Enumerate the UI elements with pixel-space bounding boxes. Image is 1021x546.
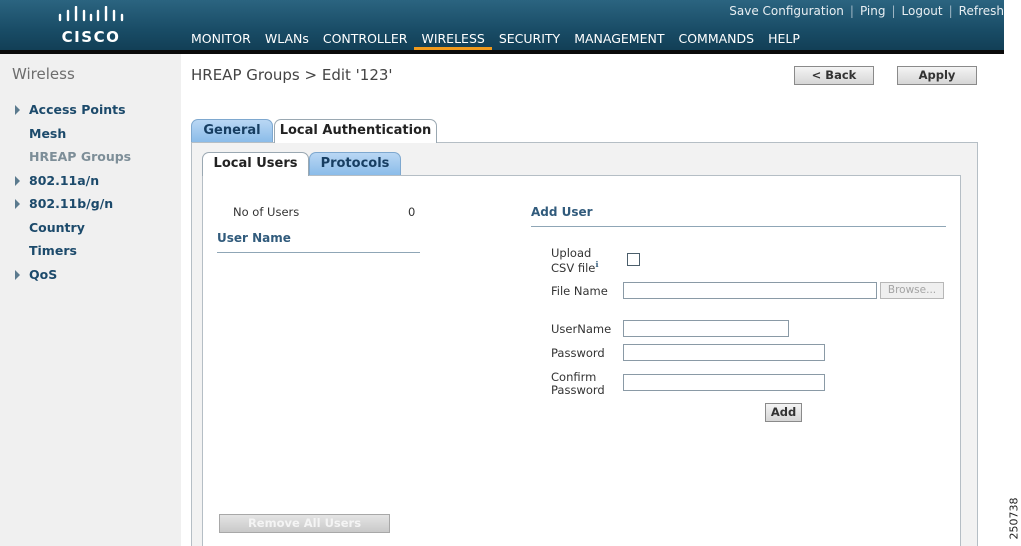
sidebar-title: Wireless — [12, 65, 75, 83]
figure-id: 250738 — [1006, 497, 1021, 541]
back-button[interactable]: < Back — [794, 66, 874, 85]
refresh-link[interactable]: Refresh — [959, 4, 1004, 18]
confirm-password-label-line2: Password — [551, 383, 605, 397]
upload-csv-label-text: CSV file — [551, 260, 596, 275]
nav-controller[interactable]: CONTROLLER — [316, 30, 415, 50]
info-icon[interactable]: ℹ — [595, 260, 598, 269]
add-user-button[interactable]: Add — [765, 403, 802, 422]
sidebar-item-label: Mesh — [29, 125, 67, 141]
nav-wlans[interactable]: WLANs — [258, 30, 316, 50]
file-name-label: File Name — [551, 284, 608, 298]
add-user-divider — [531, 226, 946, 227]
confirm-password-input[interactable] — [623, 374, 825, 391]
tab-protocols[interactable]: Protocols — [309, 152, 401, 175]
upload-csv-checkbox[interactable] — [627, 253, 640, 266]
expand-triangle-icon[interactable] — [15, 269, 20, 280]
browse-button[interactable]: Browse... — [880, 282, 944, 299]
username-input[interactable] — [623, 320, 789, 337]
expand-triangle-icon[interactable] — [15, 199, 20, 209]
sidebar: Wireless Access Points Mesh HREAP Groups… — [0, 54, 181, 546]
sidebar-item-label: Country — [29, 219, 85, 235]
sidebar-item-label: HREAP Groups — [29, 149, 132, 164]
sidebar-item-mesh[interactable]: Mesh — [0, 124, 181, 148]
file-name-input[interactable] — [623, 282, 877, 299]
apply-button[interactable]: Apply — [897, 66, 977, 85]
sidebar-menu: Access Points Mesh HREAP Groups 802.11a/… — [0, 100, 181, 288]
page-title: HREAP Groups > Edit '123' — [191, 66, 393, 84]
cisco-bridge-icon — [58, 6, 124, 22]
nav-monitor[interactable]: MONITOR — [184, 30, 258, 50]
sidebar-item-label: QoS — [29, 266, 58, 282]
sidebar-item-access-points[interactable]: Access Points — [0, 100, 181, 124]
utility-links: Save Configuration | Ping | Logout | Refresh — [729, 4, 1004, 18]
upload-csv-label-line2: CSV fileℹ — [551, 260, 598, 275]
password-label: Password — [551, 346, 605, 360]
main-nav: MONITOR WLANs CONTROLLER WIRELESS SECURI… — [184, 30, 807, 50]
password-input[interactable] — [623, 344, 825, 361]
separator: | — [849, 4, 854, 18]
separator: | — [891, 4, 896, 18]
sidebar-item-hreap-groups[interactable]: HREAP Groups — [0, 147, 181, 171]
user-count-value: 0 — [408, 205, 416, 219]
sidebar-item-label: 802.11a/n — [29, 172, 100, 188]
expand-triangle-icon[interactable] — [15, 105, 20, 115]
expand-triangle-icon[interactable] — [15, 175, 20, 186]
sidebar-item-80211bgn[interactable]: 802.11b/g/n — [0, 194, 181, 218]
sidebar-item-label: 802.11b/g/n — [29, 196, 114, 211]
nav-commands[interactable]: COMMANDS — [671, 30, 761, 50]
logout-link[interactable]: Logout — [902, 4, 943, 18]
top-header: CISCO Save Configuration | Ping | Logout | Ref… — [0, 0, 1004, 50]
user-list-divider — [217, 252, 420, 253]
local-users-panel — [202, 175, 961, 546]
cisco-wordmark: CISCO — [61, 28, 121, 46]
add-user-heading: Add User — [531, 205, 593, 219]
ping-link[interactable]: Ping — [860, 4, 886, 18]
separator: | — [948, 4, 953, 18]
sidebar-item-qos[interactable]: QoS — [0, 265, 181, 289]
remove-all-users-button[interactable]: Remove All Users — [219, 514, 390, 533]
sidebar-item-country[interactable]: Country — [0, 218, 181, 242]
sidebar-item-label: Access Points — [29, 102, 126, 117]
nav-help[interactable]: HELP — [761, 30, 807, 50]
save-configuration-link[interactable]: Save Configuration — [729, 4, 844, 18]
tab-local-users[interactable]: Local Users — [202, 152, 309, 176]
sidebar-item-80211an[interactable]: 802.11a/n — [0, 171, 181, 195]
confirm-password-label-line1: Confirm — [551, 370, 597, 384]
user-count-label: No of Users — [233, 205, 300, 219]
tab-general[interactable]: General — [191, 119, 273, 142]
cisco-logo: CISCO — [54, 6, 128, 46]
sidebar-item-timers[interactable]: Timers — [0, 241, 181, 265]
sidebar-item-label: Timers — [29, 243, 77, 258]
username-label: UserName — [551, 322, 612, 336]
tab-local-authentication[interactable]: Local Authentication — [274, 119, 437, 143]
figure-id-text: 250738 — [1007, 497, 1021, 540]
user-name-column-header: User Name — [217, 231, 291, 245]
upload-csv-label-line1: Upload — [551, 246, 592, 260]
nav-management[interactable]: MANAGEMENT — [567, 30, 671, 50]
nav-security[interactable]: SECURITY — [492, 30, 567, 50]
nav-wireless[interactable]: WIRELESS — [414, 30, 492, 50]
